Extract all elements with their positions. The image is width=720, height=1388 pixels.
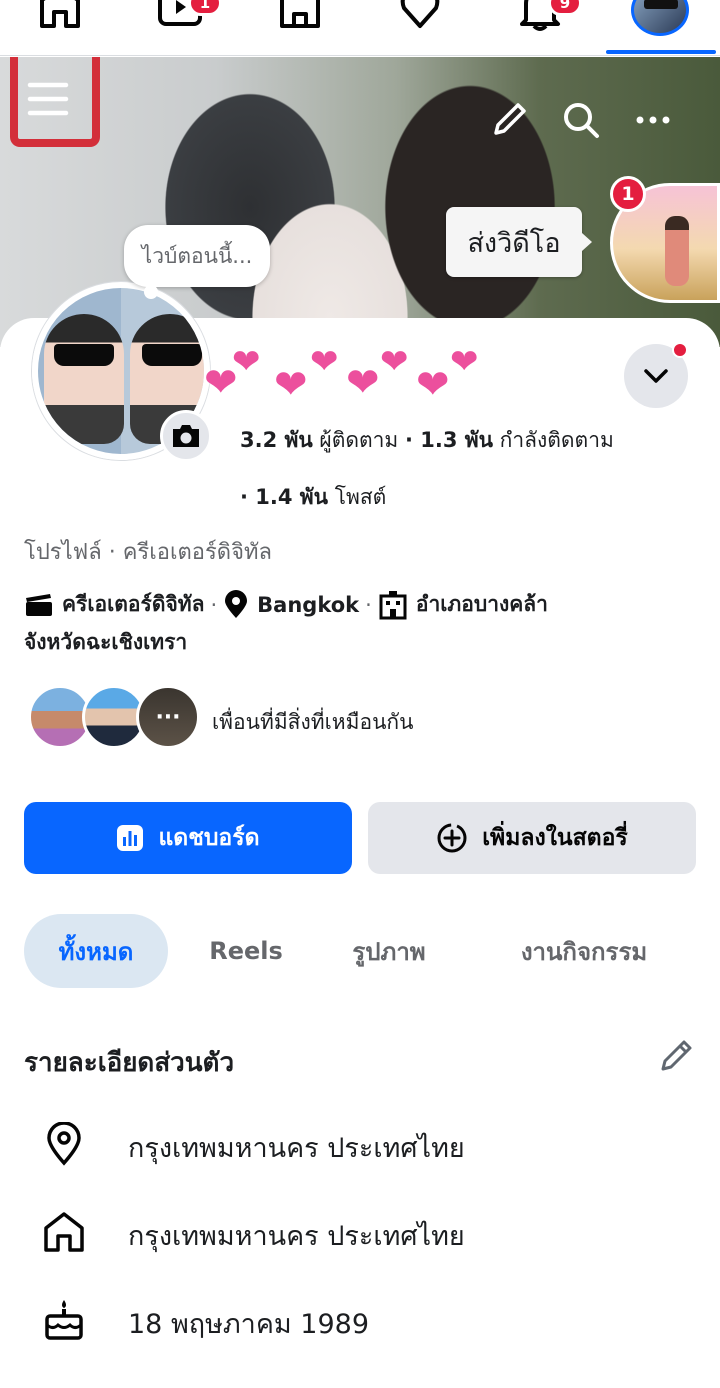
active-tab-indicator [606, 50, 716, 54]
profile-tabs: ทั้งหมด Reels รูปภาพ งานกิจกรรม [24, 914, 714, 988]
chevron-down-icon [644, 369, 668, 383]
menu-icon [27, 82, 69, 116]
edit-details-button[interactable] [656, 1036, 696, 1076]
post-stats: · 1.4 พัน โพสต์ [240, 485, 387, 509]
more-icon [636, 116, 670, 124]
building-icon [379, 590, 407, 619]
video-badge: 1 [188, 0, 222, 16]
nav-profile[interactable] [600, 0, 720, 56]
marketplace-icon [280, 0, 320, 28]
mutual-friends-avatars[interactable]: ··· [28, 684, 200, 750]
pencil-icon [494, 103, 526, 135]
detail-current-city: กรุงเทพมหานคร ประเทศไทย [0, 1112, 720, 1172]
home-icon [40, 0, 80, 28]
dashboard-label: แดชบอร์ด [158, 825, 260, 851]
tab-events[interactable]: งานกิจกรรม [474, 914, 694, 988]
plus-circle-icon [436, 822, 468, 854]
search-icon [564, 103, 599, 138]
hometown-text: กรุงเทพมหานคร ประเทศไทย [128, 1221, 465, 1252]
edit-cover-button[interactable] [484, 95, 534, 145]
tab-all[interactable]: ทั้งหมด [24, 914, 168, 988]
profile-avatar-small [631, 0, 689, 36]
tab-photos[interactable]: รูปภาพ [324, 914, 454, 988]
more-options-button[interactable] [628, 95, 678, 145]
creator-category: ครีเอเตอร์ดิจิทัล [62, 592, 205, 616]
menu-button[interactable] [22, 73, 74, 125]
top-navigation: 1 9 [0, 0, 720, 56]
birthday-text: 18 พฤษภาคม 1989 [128, 1309, 369, 1340]
home-icon [40, 1208, 88, 1256]
district-text: อำเภอบางคล้า [415, 592, 548, 616]
dropdown-notification-dot [672, 342, 688, 358]
profile-name-decor: ❤ ❤ ❤ ❤ ❤ ❤ ❤ ❤ [204, 342, 479, 408]
current-city-text: กรุงเทพมหานคร ประเทศไทย [128, 1133, 465, 1164]
posts-count: 1.4 พัน [255, 485, 329, 509]
mutual-more: ··· [136, 685, 200, 749]
following-count[interactable]: 1.3 พัน [420, 428, 493, 452]
story-badge: 1 [610, 176, 646, 212]
add-to-story-button[interactable]: เพิ่มลงในสตอรี่ [368, 802, 696, 874]
following-label[interactable]: กำลังติดตาม [500, 428, 614, 452]
search-button[interactable] [556, 95, 606, 145]
nav-video[interactable]: 1 [120, 0, 240, 56]
province-text: จังหวัดฉะเชิงเทรา [24, 630, 188, 654]
detail-hometown: กรุงเทพมหานคร ประเทศไทย [0, 1200, 720, 1260]
location-pin-icon [40, 1120, 88, 1168]
nav-notifications[interactable]: 9 [480, 0, 600, 56]
bar-chart-icon [116, 824, 144, 852]
followers-count[interactable]: 3.2 พัน [240, 428, 313, 452]
location-text: Bangkok [257, 592, 360, 617]
posts-label: โพสต์ [334, 485, 387, 509]
mutual-friends-text[interactable]: เพื่อนที่มีสิ่งที่เหมือนกัน [212, 706, 414, 739]
nav-home[interactable] [0, 0, 120, 56]
send-video-tooltip[interactable]: ส่งวิดีโอ [446, 207, 592, 277]
tab-reels[interactable]: Reels [184, 914, 308, 988]
change-photo-button[interactable] [160, 410, 212, 462]
nav-marketplace[interactable] [240, 0, 360, 56]
personal-details-title: รายละเอียดส่วนตัว [24, 1048, 235, 1078]
birthday-cake-icon [40, 1296, 88, 1344]
nav-dating[interactable] [360, 0, 480, 56]
followers-label[interactable]: ผู้ติดตาม [319, 428, 398, 452]
profile-subtitle: โปรไฟล์ · ครีเอเตอร์ดิจิทัล [24, 540, 272, 565]
detail-birthday: 18 พฤษภาคม 1989 [0, 1288, 720, 1348]
camera-icon [173, 425, 199, 447]
pencil-icon [661, 1040, 692, 1071]
intro-info-row: ครีเอเตอร์ดิจิทัล · Bangkok · อำเภอบางคล… [24, 588, 548, 621]
dashboard-button[interactable]: แดชบอร์ด [24, 802, 352, 874]
location-pin-icon [225, 589, 248, 618]
add-to-story-label: เพิ่มลงในสตอรี่ [482, 825, 628, 851]
notifications-badge: 9 [548, 0, 582, 16]
follow-stats: 3.2 พัน ผู้ติดตาม · 1.3 พัน กำลังติดตาม [240, 428, 614, 452]
heart-shield-icon [400, 0, 440, 28]
status-note-bubble[interactable]: ไวบ์ตอนนี้... [124, 225, 270, 299]
clapperboard-icon [26, 593, 52, 616]
